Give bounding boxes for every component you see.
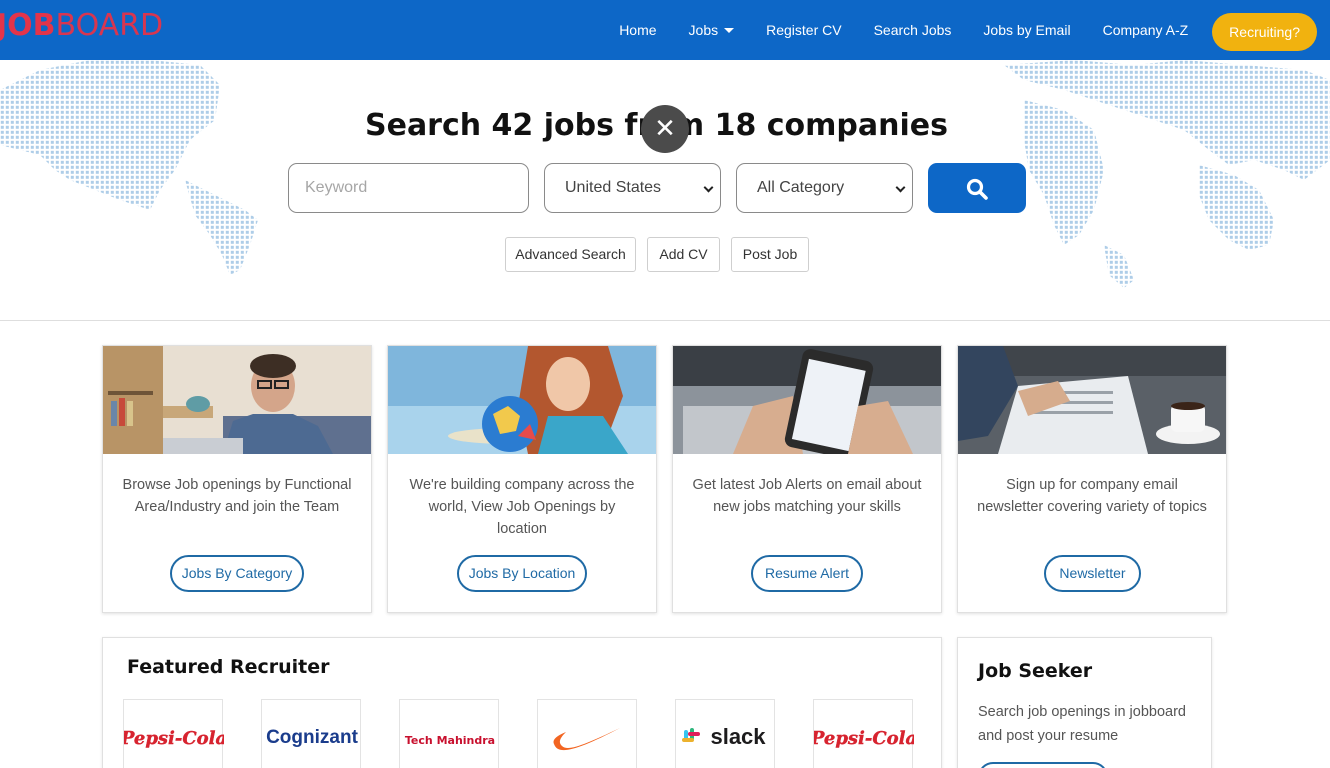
svg-text:slack: slack	[710, 724, 766, 749]
svg-text:Pepsi-Cola: Pepsi-Cola	[814, 728, 914, 749]
man-at-laptop-image	[103, 346, 371, 454]
card-description: We're building company across the world,…	[409, 477, 635, 537]
top-navbar: JOBBOARD Home Jobs Register CV Search Jo…	[0, 0, 1330, 60]
recruiter-logo-slack[interactable]: slack	[675, 699, 775, 768]
nike-swoosh-logo	[553, 728, 620, 751]
card-resume-alert: Get latest Job Alerts on email about new…	[672, 345, 942, 613]
nav-jobs-by-email-label: Jobs by Email	[983, 22, 1071, 38]
card-jobs-by-location: We're building company across the world,…	[387, 345, 657, 613]
post-job-button[interactable]: Post Job	[731, 237, 809, 272]
nav-jobs-by-email[interactable]: Jobs by Email	[983, 22, 1070, 38]
pepsi-cola-logo: Pepsi-Cola	[810, 728, 918, 749]
nav-home[interactable]: Home	[619, 22, 656, 38]
job-seeker-text: Search job openings in jobboard and post…	[978, 704, 1186, 744]
recruiter-logo-tech-mahindra[interactable]: Tech Mahindra	[399, 699, 499, 768]
phone-in-hands-image	[673, 346, 941, 454]
newsletter-button[interactable]: Newsletter	[1044, 555, 1141, 592]
featured-recruiter-title: Featured Recruiter	[127, 656, 330, 678]
job-seeker-title: Job Seeker	[978, 660, 1093, 682]
cognizant-logo: Cognizant	[266, 727, 358, 748]
tech-mahindra-logo: Tech Mahindra	[405, 734, 495, 747]
close-icon[interactable]: ✕	[641, 105, 689, 153]
jobs-by-location-button[interactable]: Jobs By Location	[457, 555, 587, 592]
nav-search-jobs[interactable]: Search Jobs	[874, 22, 952, 38]
card-description: Get latest Job Alerts on email about new…	[692, 477, 922, 515]
card-description: Sign up for company email newsletter cov…	[977, 477, 1207, 515]
nav-jobs-label: Jobs	[688, 22, 719, 38]
keyword-input[interactable]: Keyword	[288, 163, 529, 213]
world-map-left-graphic	[0, 60, 258, 275]
recruiting-button[interactable]: Recruiting?	[1212, 13, 1317, 51]
card-newsletter: Sign up for company email newsletter cov…	[957, 345, 1227, 613]
nav-links: Home Jobs Register CV Search Jobs Jobs b…	[619, 0, 1330, 60]
caret-down-icon	[724, 27, 735, 33]
svg-text:Cognizant: Cognizant	[266, 727, 358, 748]
country-select-value: United States	[565, 179, 662, 196]
nav-jobs-dropdown[interactable]: Jobs	[689, 22, 735, 38]
site-logo[interactable]: JOBBOARD	[0, 8, 163, 44]
category-select-value: All Category	[757, 179, 845, 196]
job-seeker-panel: Job Seeker Search job openings in jobboa…	[957, 637, 1212, 768]
recruiter-logo-pepsi[interactable]: Pepsi-Cola	[120, 699, 228, 768]
nav-register-cv[interactable]: Register CV	[766, 22, 841, 38]
nav-home-label: Home	[619, 22, 657, 38]
pepsi-cola-logo: Pepsi-Cola	[120, 728, 228, 749]
svg-text:Tech Mahindra: Tech Mahindra	[405, 734, 495, 747]
newspaper-coffee-image	[958, 346, 1226, 454]
jobs-by-category-button[interactable]: Jobs By Category	[170, 555, 304, 592]
job-seeker-button[interactable]	[978, 762, 1108, 768]
woman-with-globe-image	[388, 346, 656, 454]
nav-search-jobs-label: Search Jobs	[873, 22, 952, 38]
advanced-search-button[interactable]: Advanced Search	[505, 237, 636, 272]
resume-alert-button[interactable]: Resume Alert	[751, 555, 863, 592]
search-button[interactable]	[928, 163, 1026, 213]
country-select[interactable]: United States	[544, 163, 721, 213]
chevron-down-icon	[895, 182, 906, 193]
card-description: Browse Job openings by Functional Area/I…	[122, 477, 352, 515]
search-icon	[966, 178, 988, 200]
add-cv-button[interactable]: Add CV	[647, 237, 720, 272]
recruiter-logo-nike[interactable]	[537, 699, 637, 768]
chevron-down-icon	[703, 182, 714, 193]
category-select[interactable]: All Category	[736, 163, 913, 213]
logo-board-text: BOARD	[55, 8, 164, 43]
slack-logo: slack	[682, 724, 766, 749]
recruiter-logo-cognizant[interactable]: Cognizant	[261, 699, 361, 768]
featured-recruiter-panel: Featured Recruiter Pepsi-Cola Cognizant …	[102, 637, 942, 768]
world-map-right-graphic	[1004, 60, 1330, 288]
card-jobs-by-category: Browse Job openings by Functional Area/I…	[102, 345, 372, 613]
svg-text:Pepsi-Cola: Pepsi-Cola	[124, 728, 224, 749]
nav-company-a-z[interactable]: Company A-Z	[1103, 22, 1189, 38]
recruiter-logo-pepsi-2[interactable]: Pepsi-Cola	[810, 699, 918, 768]
nav-register-cv-label: Register CV	[766, 22, 842, 38]
nav-company-a-z-label: Company A-Z	[1102, 22, 1189, 38]
logo-job-text: JOB	[0, 8, 56, 43]
hero-search-section: ✕ Search 42 jobs from 18 companies Keywo…	[0, 60, 1330, 321]
